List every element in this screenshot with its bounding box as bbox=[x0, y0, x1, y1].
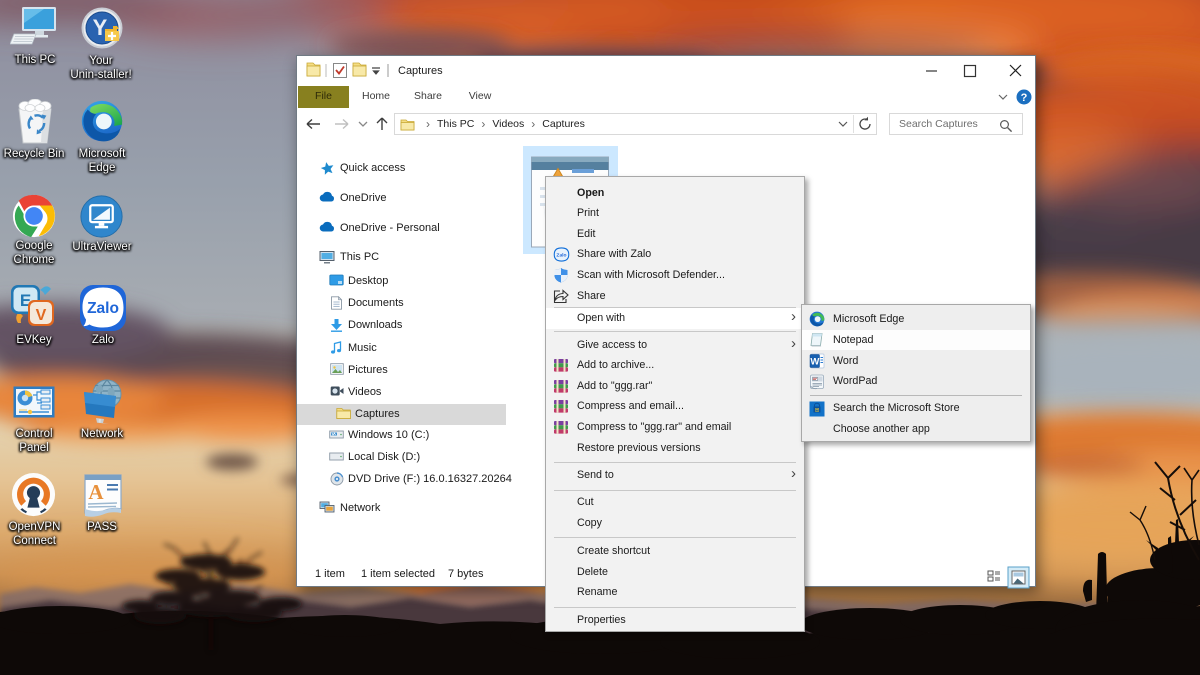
svg-text:⊞: ⊞ bbox=[815, 407, 820, 413]
svg-text:W: W bbox=[810, 357, 819, 368]
svg-text:Zalo: Zalo bbox=[87, 300, 119, 317]
svg-text:Zalo: Zalo bbox=[556, 253, 566, 259]
svg-text:A: A bbox=[88, 480, 104, 504]
svg-text:V: V bbox=[36, 307, 47, 324]
svg-text:?: ? bbox=[1021, 92, 1028, 104]
